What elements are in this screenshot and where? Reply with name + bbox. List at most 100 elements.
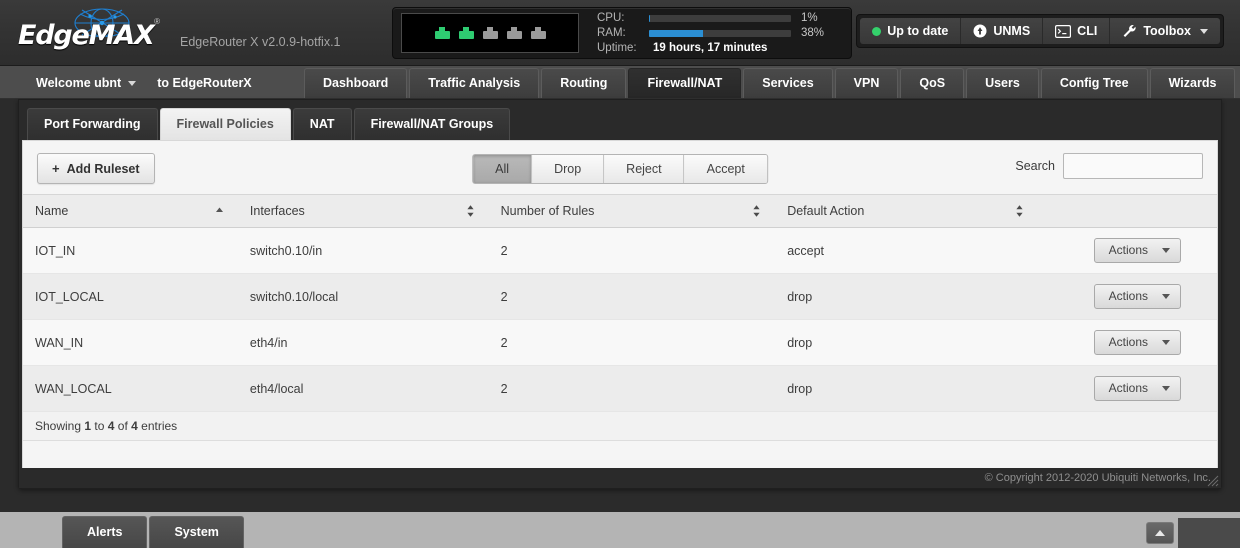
policy-interfaces: eth4/in xyxy=(237,319,489,366)
top-action-buttons: Up to date UNMS CLI Toolbox xyxy=(856,14,1224,48)
main-tab-wizards[interactable]: Wizards xyxy=(1149,68,1236,98)
actions-dropdown-label: Actions xyxy=(1108,381,1148,395)
main-tab-routing[interactable]: Routing xyxy=(541,68,627,98)
actions-dropdown-button[interactable]: Actions xyxy=(1093,376,1181,401)
policy-rule-count: 2 xyxy=(488,319,776,366)
unms-label: UNMS xyxy=(993,24,1031,38)
unms-button[interactable]: UNMS xyxy=(961,18,1044,44)
terminal-icon xyxy=(1055,24,1072,38)
add-ruleset-button[interactable]: + Add Ruleset xyxy=(37,153,155,184)
filter-button-label: Accept xyxy=(706,161,745,176)
main-tab-firewall-nat[interactable]: Firewall/NAT xyxy=(628,68,742,98)
actions-dropdown-button[interactable]: Actions xyxy=(1093,284,1181,309)
logo-wordmark: EdgeMAX xyxy=(18,19,155,51)
logo-edge-text: Edge xyxy=(18,19,90,51)
registered-mark: ® xyxy=(154,16,160,26)
table-row[interactable]: WAN_LOCAL eth4/local 2 drop Actions xyxy=(23,365,1217,412)
main-tab-label: Firewall/NAT xyxy=(647,76,723,90)
filter-button-all[interactable]: All xyxy=(473,154,533,183)
search-input[interactable] xyxy=(1063,153,1203,179)
sub-tab-port-forwarding[interactable]: Port Forwarding xyxy=(27,108,158,140)
main-tab-label: Services xyxy=(762,76,814,90)
device-version-label: EdgeRouter X v2.0.9-hotfix.1 xyxy=(180,35,341,49)
main-tab-dashboard[interactable]: Dashboard xyxy=(304,68,408,98)
actions-dropdown-label: Actions xyxy=(1108,243,1148,257)
welcome-menu[interactable]: Welcome ubnt to EdgeRouterX xyxy=(36,76,252,90)
main-panel: Port Forwarding Firewall Policies NAT Firew… xyxy=(18,99,1222,489)
policy-name: WAN_LOCAL xyxy=(23,365,238,412)
sub-tab-firewall-nat-groups[interactable]: Firewall/NAT Groups xyxy=(353,108,511,140)
main-tab-label: Wizards xyxy=(1168,76,1217,90)
table-header-row: Name Interfaces Number of Rules Default Act… xyxy=(23,194,1217,228)
sort-none-icon xyxy=(467,205,474,217)
table-row[interactable]: IOT_LOCAL switch0.10/local 2 drop Actions xyxy=(23,273,1217,320)
port-indicator-3 xyxy=(482,27,498,39)
table-row[interactable]: IOT_IN switch0.10/in 2 accept Actions xyxy=(23,227,1217,274)
column-header-name[interactable]: Name xyxy=(23,194,238,228)
table-entry-count: Showing 1 to 4 of 4 entries xyxy=(23,412,1217,441)
sub-tab-label: Firewall Policies xyxy=(176,117,274,131)
actions-dropdown-button[interactable]: Actions xyxy=(1093,238,1181,263)
policy-actions-cell: Actions xyxy=(1037,273,1217,320)
search-area: Search xyxy=(1015,153,1203,179)
filter-button-drop[interactable]: Drop xyxy=(532,154,605,183)
device-status-panel: CPU: 1% RAM: 38% Uptime: 19 hours, 17 mi… xyxy=(392,7,852,59)
collapse-panel-button[interactable] xyxy=(1146,522,1174,544)
cpu-label: CPU: xyxy=(597,12,625,24)
policy-rule-count: 2 xyxy=(488,365,776,412)
main-tab-label: QoS xyxy=(919,76,946,90)
column-header-default-action[interactable]: Default Action xyxy=(775,194,1038,228)
port-indicator-1 xyxy=(434,27,450,39)
main-tab-list: Dashboard Traffic Analysis Routing Firewall… xyxy=(304,68,1237,98)
resize-grip-icon[interactable] xyxy=(1205,473,1219,487)
filter-button-label: Drop xyxy=(554,161,582,176)
main-tab-traffic-analysis[interactable]: Traffic Analysis xyxy=(409,68,540,98)
main-tab-qos[interactable]: QoS xyxy=(900,68,965,98)
cli-button[interactable]: CLI xyxy=(1043,18,1111,44)
main-tab-label: Users xyxy=(985,76,1020,90)
policy-default-action: accept xyxy=(775,227,1038,274)
filter-button-reject[interactable]: Reject xyxy=(604,154,685,183)
actions-dropdown-button[interactable]: Actions xyxy=(1093,330,1181,355)
content-toolbar: + Add Ruleset All Drop Reject Accept Search xyxy=(23,141,1217,194)
add-ruleset-label: Add Ruleset xyxy=(66,161,140,176)
sub-tab-nat[interactable]: NAT xyxy=(292,108,352,140)
filter-button-accept[interactable]: Accept xyxy=(684,154,767,183)
policy-default-action: drop xyxy=(775,365,1038,412)
main-tab-vpn[interactable]: VPN xyxy=(834,68,899,98)
toolbox-label: Toolbox xyxy=(1143,24,1191,38)
chevron-down-icon xyxy=(128,80,137,86)
bottom-tab-list: Alerts System xyxy=(62,516,246,548)
main-tab-config-tree[interactable]: Config Tree xyxy=(1040,68,1148,98)
column-header-number-of-rules[interactable]: Number of Rules xyxy=(488,194,776,228)
bottom-tab-alerts[interactable]: Alerts xyxy=(62,516,148,548)
chevron-up-icon xyxy=(1155,530,1165,536)
column-header-label: Number of Rules xyxy=(500,204,595,218)
sub-tab-firewall-policies[interactable]: Firewall Policies xyxy=(159,108,291,140)
table-row[interactable]: WAN_IN eth4/in 2 drop Actions xyxy=(23,319,1217,366)
column-header-label: Name xyxy=(35,204,69,218)
welcome-user-label: Welcome ubnt xyxy=(36,76,122,90)
showing-mid2: of xyxy=(114,419,132,433)
toolbox-button[interactable]: Toolbox xyxy=(1110,18,1220,44)
policy-name: IOT_LOCAL xyxy=(23,273,238,320)
cpu-bar xyxy=(649,14,791,22)
sort-none-icon xyxy=(753,205,760,217)
column-header-label: Default Action xyxy=(787,204,865,218)
column-header-interfaces[interactable]: Interfaces xyxy=(237,194,489,228)
main-tab-label: Routing xyxy=(560,76,608,90)
policy-actions-cell: Actions xyxy=(1037,319,1217,366)
main-tab-users[interactable]: Users xyxy=(966,68,1039,98)
bottom-bar: Alerts System xyxy=(0,512,1240,548)
showing-suffix: entries xyxy=(137,419,178,433)
up-to-date-button[interactable]: Up to date xyxy=(860,18,962,44)
unms-circle-icon xyxy=(973,24,987,38)
chevron-down-icon xyxy=(1162,247,1170,253)
ram-value: 38% xyxy=(801,27,825,39)
port-status-display xyxy=(401,13,579,53)
bottom-tab-system[interactable]: System xyxy=(149,516,244,548)
policy-interfaces: switch0.10/local xyxy=(237,273,489,320)
showing-total: 4 xyxy=(131,419,138,433)
policy-name: IOT_IN xyxy=(23,227,238,274)
main-tab-services[interactable]: Services xyxy=(743,68,833,98)
